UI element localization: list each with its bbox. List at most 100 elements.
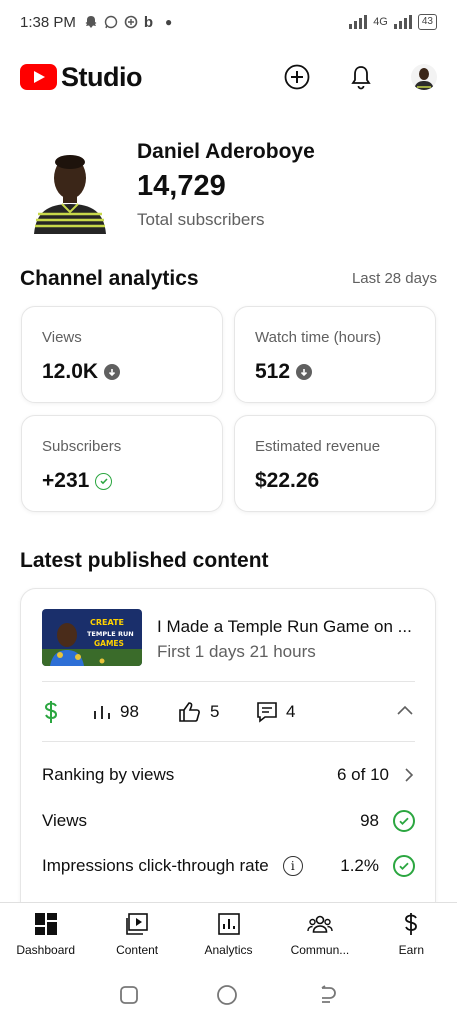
nav-analytics-label: Analytics — [204, 943, 253, 957]
home-button[interactable] — [216, 984, 238, 1011]
dashboard-icon — [33, 911, 59, 937]
video-thumbnail[interactable]: CREATE TEMPLE RUN GAMES — [42, 609, 142, 666]
ranking-value: 6 of 10 — [337, 765, 389, 784]
ctr-label: Impressions click-through rate — [42, 856, 269, 875]
notification-icons: b ● — [84, 14, 172, 31]
nav-earn-label: Earn — [398, 943, 424, 957]
content-icon — [124, 911, 150, 937]
studio-logo[interactable]: Studio — [20, 62, 142, 93]
arrow-down-icon — [104, 364, 121, 380]
channel-avatar-image — [34, 155, 106, 234]
logo-text: Studio — [61, 61, 142, 92]
nav-analytics[interactable]: Analytics — [183, 903, 274, 966]
nav-content-label: Content — [116, 943, 159, 957]
divider — [42, 741, 415, 742]
video-age: First 1 days 21 hours — [157, 642, 316, 661]
arrow-down-icon — [296, 364, 313, 380]
recent-apps-button[interactable] — [119, 985, 139, 1010]
signal-icon-2 — [393, 15, 412, 29]
analytics-icon — [216, 911, 242, 937]
collapse-button[interactable] — [395, 703, 415, 722]
square-icon — [119, 985, 138, 1004]
app-header: Studio — [0, 52, 457, 102]
card-label: Watch time (hours) — [255, 329, 382, 346]
nav-dashboard[interactable]: Dashboard — [0, 903, 91, 966]
card-value: $22.26 — [255, 469, 415, 493]
subscribers-card[interactable]: Subscribers +231 — [21, 415, 223, 512]
earn-icon — [398, 911, 424, 937]
account-avatar[interactable] — [411, 64, 437, 90]
youtube-logo-icon — [20, 64, 57, 90]
nav-content[interactable]: Content — [91, 903, 182, 966]
svg-text:CREATE: CREATE — [90, 618, 124, 627]
nav-community-label: Commun... — [290, 943, 350, 957]
views-detail-row: Views 98 — [42, 806, 415, 836]
watch-time-value: 512 — [255, 360, 291, 383]
signal-icon — [349, 15, 368, 29]
latest-content-card: CREATE TEMPLE RUN GAMES I Made a Temple … — [20, 588, 436, 918]
views-detail-value: 98 — [360, 811, 379, 830]
check-circle-icon — [95, 472, 113, 490]
channel-avatar[interactable] — [32, 148, 108, 234]
status-time: 1:38 PM — [20, 13, 76, 31]
bottom-nav: Dashboard Content Analytics Commun... Ea… — [0, 902, 457, 966]
card-label: Views — [42, 329, 82, 346]
views-card[interactable]: Views 12.0K — [21, 306, 223, 403]
avatar-icon — [411, 64, 437, 90]
back-button[interactable] — [316, 984, 338, 1010]
revenue-card[interactable]: Estimated revenue $22.26 — [234, 415, 436, 512]
svg-text:TEMPLE RUN: TEMPLE RUN — [87, 630, 134, 638]
monetization-stat[interactable] — [42, 699, 92, 725]
header-actions — [283, 63, 437, 91]
analytics-title: Channel analytics — [20, 267, 199, 290]
video-stats-row: 98 5 4 — [42, 697, 415, 727]
nav-dashboard-label: Dashboard — [16, 943, 76, 957]
channel-name: Daniel Aderoboye — [137, 140, 315, 163]
community-icon — [307, 911, 333, 937]
views-stat[interactable]: 98 — [92, 702, 178, 722]
subscriber-label: Total subscribers — [137, 210, 265, 229]
nav-community[interactable]: Commun... — [274, 903, 365, 966]
ranking-label: Ranking by views — [42, 765, 175, 784]
views-detail-right: 98 — [360, 810, 415, 832]
analytics-range: Last 28 days — [351, 270, 437, 287]
card-value: 512 — [255, 360, 415, 384]
chevron-right-icon — [405, 768, 414, 782]
watch-time-card[interactable]: Watch time (hours) 512 — [234, 306, 436, 403]
ctr-value: 1.2% — [340, 856, 379, 875]
chevron-up-icon — [397, 705, 413, 715]
ctr-detail-right: 1.2% — [340, 855, 415, 877]
status-bar: 1:38 PM b ● 4G 43 — [0, 0, 457, 44]
system-nav-bar — [0, 970, 457, 1024]
check-circle-icon — [393, 810, 415, 832]
views-detail-label: Views — [42, 811, 88, 830]
comments-stat-value: 4 — [286, 702, 296, 721]
subscribers-value: +231 — [42, 469, 90, 492]
subscriber-count: 14,729 — [137, 170, 226, 202]
dollar-icon — [44, 701, 58, 723]
channel-profile: Daniel Aderoboye 14,729 Total subscriber… — [20, 140, 440, 240]
snapchat-icon — [85, 16, 97, 28]
info-icon[interactable]: i — [282, 856, 303, 876]
ctr-detail-row: Impressions click-through rate i 1.2% — [42, 851, 415, 881]
views-value: 12.0K — [42, 360, 99, 383]
svg-text:GAMES: GAMES — [94, 639, 124, 648]
whatsapp-icon — [104, 15, 118, 29]
video-title[interactable]: I Made a Temple Run Game on ... — [157, 617, 412, 637]
likes-stat[interactable]: 5 — [178, 701, 256, 723]
add-circle-icon — [284, 64, 310, 90]
app-icon — [124, 15, 138, 29]
video-row[interactable]: CREATE TEMPLE RUN GAMES I Made a Temple … — [42, 609, 422, 667]
notifications-button[interactable] — [347, 63, 375, 91]
card-value: 12.0K — [42, 360, 202, 384]
ranking-row[interactable]: Ranking by views 6 of 10 — [42, 760, 415, 790]
create-button[interactable] — [283, 63, 311, 91]
ranking-right: 6 of 10 — [337, 765, 415, 785]
latest-content-title: Latest published content — [20, 549, 269, 572]
divider — [42, 681, 415, 682]
likes-stat-value: 5 — [210, 702, 220, 721]
b-app-icon: b — [143, 13, 154, 31]
bell-icon — [351, 66, 371, 90]
comments-stat[interactable]: 4 — [256, 701, 336, 723]
nav-earn[interactable]: Earn — [366, 903, 457, 966]
